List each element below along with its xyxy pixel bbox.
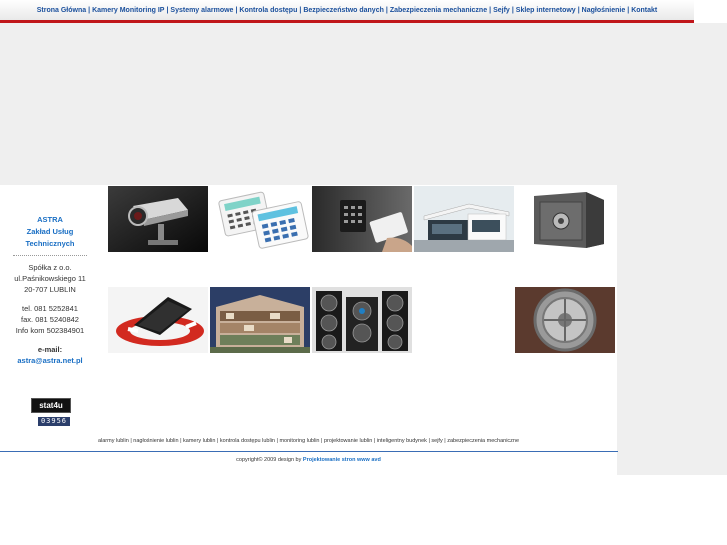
stat4u-counter[interactable]: stat4u 03956 (31, 398, 71, 426)
email-label: e-mail: (37, 345, 63, 354)
nav-sklep-internetowy[interactable]: Sklep internetowy (516, 7, 576, 14)
company-type: Spółka z o.o. (28, 263, 72, 272)
nav-naglosnienie[interactable]: Nagłośnienie (582, 7, 626, 14)
nav-separator: | (489, 6, 492, 14)
nav-separator: | (627, 6, 630, 14)
nav-kontakt[interactable]: Kontakt (631, 7, 657, 14)
nav-zabezpieczenia-mechaniczne[interactable]: Zabezpieczenia mechaniczne (390, 7, 487, 14)
visit-counter-digits: 03956 (38, 417, 70, 426)
safe-image[interactable] (516, 186, 616, 252)
nav-separator: | (235, 6, 238, 14)
access-control-image[interactable] (312, 186, 412, 252)
nav-sejfy[interactable]: Sejfy (493, 7, 510, 14)
right-gutter (617, 185, 727, 475)
nav-separator: | (299, 6, 302, 14)
nav-separator: | (577, 6, 580, 14)
company-name-line2: Zakład Usług (26, 227, 74, 236)
nav-separator: | (385, 6, 388, 14)
mobile-number: Info kom 502384901 (15, 326, 85, 335)
designer-link[interactable]: Projektowanie stron www avd (303, 457, 381, 463)
building-design-image[interactable] (210, 287, 310, 353)
nav-separator: | (511, 6, 514, 14)
top-navigation: Strona Główna | Kamery Monitoring IP | Sys… (0, 0, 694, 23)
company-name-line3: Technicznych (25, 239, 75, 248)
footer-seo-links[interactable]: alarmy lublin | nagłośnienie lublin | ka… (0, 438, 617, 444)
speakers-image[interactable] (312, 287, 412, 353)
stat4u-logo-text: stat4u (39, 401, 63, 410)
copyright-text: copyright© 2009 design by (236, 457, 302, 463)
address-city: 20-707 LUBLIN (24, 285, 76, 294)
company-name-line1: ASTRA (37, 215, 63, 224)
nav-kontrola-dostepu[interactable]: Kontrola dostępu (239, 7, 297, 14)
copyright-line: copyright© 2009 design by Projektowanie … (0, 457, 617, 463)
nav-systemy-alarmowe[interactable]: Systemy alarmowe (170, 7, 233, 14)
vault-door-image[interactable] (515, 287, 615, 353)
nav-strona-glowna[interactable]: Strona Główna (37, 7, 86, 14)
address-street: ul.Paśnikowskiego 11 (14, 274, 86, 283)
dotted-divider (13, 255, 87, 256)
contact-sidebar: ASTRA Zakład Usług Technicznych Spółka z… (0, 185, 100, 366)
nav-separator: | (166, 6, 169, 14)
footer-divider (0, 451, 618, 452)
email-link[interactable]: astra@astra.net.pl (0, 355, 100, 366)
header-banner-area (0, 23, 727, 185)
fax-number: fax. 081 5240842 (21, 315, 79, 324)
data-security-laptop-image[interactable] (108, 287, 208, 353)
nav-kamery-monitoring[interactable]: Kamery Monitoring IP (92, 7, 164, 14)
nav-bezpieczenstwo-danych[interactable]: Bezpieczeństwo danych (303, 7, 384, 14)
stat4u-logo[interactable]: stat4u (31, 398, 71, 413)
phone-number: tel. 081 5252841 (22, 304, 78, 313)
smart-building-image[interactable] (414, 186, 514, 252)
nav-separator: | (88, 6, 91, 14)
alarm-keypad-image[interactable] (210, 186, 310, 252)
cctv-camera-image[interactable] (108, 186, 208, 252)
